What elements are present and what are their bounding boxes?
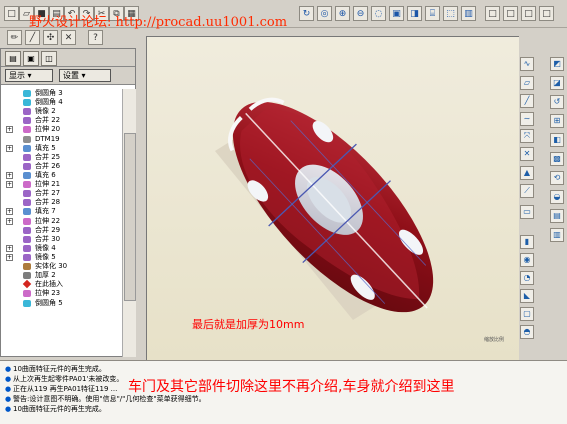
tree-item[interactable]: 合并 30 <box>1 235 122 244</box>
display-icon[interactable]: ◧ <box>550 133 564 147</box>
view-icon[interactable]: ▥ <box>461 6 476 21</box>
hidden-icon[interactable]: ▩ <box>550 152 564 166</box>
analysis-icon[interactable]: ✕ <box>520 147 534 161</box>
wire-icon[interactable]: ⟲ <box>550 171 564 185</box>
tree-item[interactable]: + 拉伸 21 <box>1 180 122 189</box>
car-model: 缩放比例 <box>215 97 504 343</box>
tree-item[interactable]: + 镜像 5 <box>1 253 122 262</box>
tree-item[interactable]: + 拉伸 22 <box>1 217 122 226</box>
plane-icon[interactable]: ▱ <box>520 76 534 90</box>
help-arrow-icon[interactable]: ? <box>88 30 103 45</box>
graphics-viewport[interactable]: 缩放比例 <box>146 36 519 360</box>
repaint-icon[interactable]: ◌ <box>371 6 386 21</box>
bottom-caption: 车门及其它部件切除这里不再介绍,车身就介绍到这里 <box>128 379 455 395</box>
second-toolbar: ✏ ╱ ✣ ✕ ? <box>0 28 120 48</box>
view-icon[interactable]: ▣ <box>389 6 404 21</box>
extrude-icon[interactable]: ⟋ <box>520 184 534 198</box>
tree-subtoolbar: 显示 ▾ 设置 ▾ <box>1 67 135 85</box>
tree-item[interactable]: + 填充 7 <box>1 207 122 216</box>
revolve-icon[interactable]: ▭ <box>520 205 534 219</box>
tree-item[interactable]: DTM19 <box>1 135 122 144</box>
tree-item[interactable]: 倒圆角 4 <box>1 98 122 107</box>
point-icon[interactable]: ✕ <box>61 30 76 45</box>
layer-icon[interactable]: ⌸ <box>425 6 440 21</box>
tree-item[interactable]: 合并 22 <box>1 116 122 125</box>
zoom-in-icon[interactable]: ⊕ <box>335 6 350 21</box>
model-tree-panel: ▤ ▣ ◫ 显示 ▾ 设置 ▾ 倒圆角 3 倒圆角 4 镜像 2 合并 22 +… <box>0 48 136 357</box>
tree-scrollbar[interactable] <box>122 89 136 357</box>
tree-item[interactable]: 实体化 30 <box>1 262 122 271</box>
shell-icon[interactable]: ◓ <box>520 325 534 339</box>
model-tree: 倒圆角 3 倒圆角 4 镜像 2 合并 22 + 拉伸 20 DTM19 + 填充 … <box>1 89 122 357</box>
feature-toolbar: ∿ ▱ ╱ ∼ ⤧ ✕ ▲ ⟋ ▭ ▮ ◉ ◔ ◣ ▢ ◓ <box>520 49 535 359</box>
close-icon[interactable]: □ <box>539 6 554 21</box>
zoom-out-icon[interactable]: ⊖ <box>353 6 368 21</box>
regen-icon[interactable]: ↻ <box>299 6 314 21</box>
saved-view-icon[interactable]: ▥ <box>550 228 564 242</box>
tree-item[interactable]: + 镜像 4 <box>1 244 122 253</box>
axis-icon[interactable]: ╱ <box>520 94 534 108</box>
tree-item[interactable]: 合并 27 <box>1 189 122 198</box>
spin-icon[interactable]: ↺ <box>550 95 564 109</box>
folder-tab[interactable]: ▣ <box>23 51 39 66</box>
model-tree-tab[interactable]: ▤ <box>5 51 21 66</box>
round-icon[interactable]: ◔ <box>520 271 534 285</box>
csys-icon[interactable]: ⤧ <box>520 129 534 143</box>
blend-icon[interactable]: ◉ <box>520 253 534 267</box>
tree-item[interactable]: + 填充 6 <box>1 171 122 180</box>
tree-item[interactable]: 拉伸 23 <box>1 289 122 298</box>
sketch-icon[interactable]: ✏ <box>7 30 22 45</box>
tree-item[interactable]: 镜像 2 <box>1 107 122 116</box>
tab-row: ▤ ▣ ◫ <box>1 49 135 67</box>
message-line: ● 正在从119 再生PA01特征119 ... <box>5 385 118 393</box>
scale-label: 缩放比例 <box>484 336 504 343</box>
zoom-icon[interactable]: ◪ <box>550 76 564 90</box>
settings-dropdown[interactable]: 设置 ▾ <box>59 69 111 82</box>
watermark: 野火设计论坛: http://procad.uu1001.com <box>29 15 288 30</box>
plane-icon[interactable]: ╱ <box>25 30 40 45</box>
axis-icon[interactable]: ✣ <box>43 30 58 45</box>
tree-item[interactable]: 合并 26 <box>1 162 122 171</box>
tree-item[interactable]: 在此插入 <box>1 280 122 289</box>
chamfer-icon[interactable]: ◣ <box>520 289 534 303</box>
tree-item[interactable]: 倒圆角 5 <box>1 299 122 308</box>
message-line: ● 10曲面特征元件的再生完成。 <box>5 405 106 413</box>
layer-icon[interactable]: ⬚ <box>443 6 458 21</box>
message-line: ● 10曲面特征元件的再生完成。 <box>5 365 106 373</box>
new-icon[interactable]: □ <box>4 6 19 21</box>
tree-item[interactable]: + 拉伸 20 <box>1 125 122 134</box>
mirror-icon[interactable]: ▲ <box>520 166 534 180</box>
tree-item[interactable]: 合并 25 <box>1 153 122 162</box>
view-icon[interactable]: □ <box>521 6 536 21</box>
layer-tab[interactable]: ◫ <box>41 51 57 66</box>
tree-item[interactable]: 倒圆角 3 <box>1 89 122 98</box>
layer-icon[interactable]: ▤ <box>550 209 564 223</box>
orient-icon[interactable]: ⊞ <box>550 114 564 128</box>
sketch-icon[interactable]: ∿ <box>520 57 534 71</box>
message-line: ● 从上次再生起零件PA01'未被改变。 <box>5 375 124 383</box>
tree-item[interactable]: 合并 28 <box>1 198 122 207</box>
curve-icon[interactable]: ∼ <box>520 112 534 126</box>
scrollbar-thumb[interactable] <box>124 133 136 301</box>
tree-item[interactable]: 合并 29 <box>1 226 122 235</box>
display-dropdown[interactable]: 显示 ▾ <box>5 69 53 82</box>
display-icon[interactable]: ◨ <box>407 6 422 21</box>
zoom-fit-icon[interactable]: ◎ <box>317 6 332 21</box>
shade-icon[interactable]: ◒ <box>550 190 564 204</box>
side-toolbar: ◩ ◪ ↺ ⊞ ◧ ▩ ⟲ ◒ ▤ ▥ <box>544 49 567 358</box>
view-icon[interactable]: ◩ <box>550 57 564 71</box>
view-icon[interactable]: □ <box>503 6 518 21</box>
viewport-caption: 最后就是加厚为10mm <box>192 318 305 331</box>
message-line: ● 警告:设计意图不明确。使用"信息"/"几何检查"菜单获得细节。 <box>5 395 206 403</box>
tree-item[interactable]: 加厚 2 <box>1 271 122 280</box>
tree-item[interactable]: + 填充 5 <box>1 144 122 153</box>
hole-icon[interactable]: ▢ <box>520 307 534 321</box>
view-icon[interactable]: □ <box>485 6 500 21</box>
sweep-icon[interactable]: ▮ <box>520 235 534 249</box>
message-panel: ● 10曲面特征元件的再生完成。 ● 从上次再生起零件PA01'未被改变。 ● 正在从… <box>0 360 567 424</box>
